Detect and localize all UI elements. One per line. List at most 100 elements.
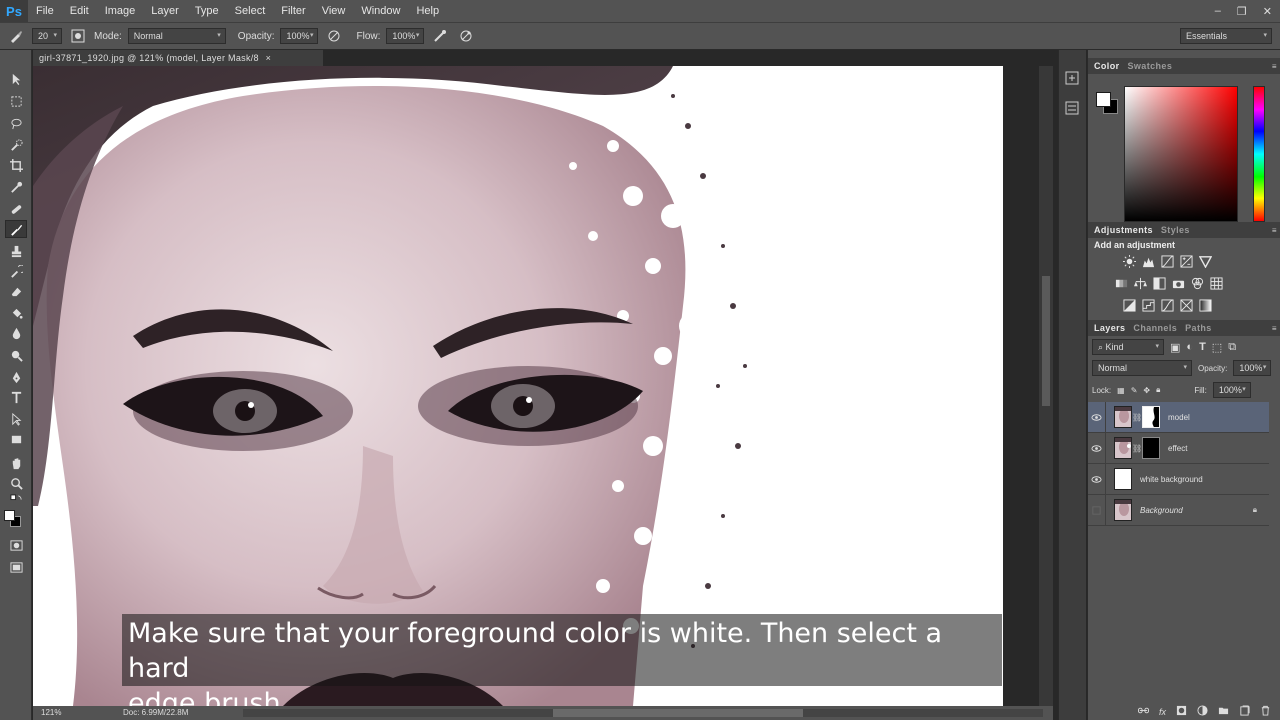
add-mask-icon[interactable] <box>1176 705 1187 719</box>
menu-filter[interactable]: Filter <box>273 0 313 22</box>
visibility-toggle-empty[interactable] <box>1088 494 1106 526</box>
quick-mask-icon[interactable] <box>5 536 27 554</box>
link-layers-icon[interactable] <box>1137 705 1149 719</box>
curves-icon[interactable] <box>1160 254 1175 269</box>
quick-selection-tool-icon[interactable] <box>5 136 27 154</box>
brush-tool-preset-icon[interactable] <box>6 27 26 45</box>
mask-link-icon[interactable]: ⛓︎ <box>1132 413 1142 422</box>
mask-link-icon[interactable]: ⛓︎ <box>1132 444 1142 453</box>
opacity-field[interactable]: 100% ▾ <box>280 28 319 44</box>
panel-foreground-swatch[interactable] <box>1096 92 1111 107</box>
workspace-dropdown[interactable]: Essentials ▾ <box>1180 28 1272 44</box>
brush-panel-toggle-icon[interactable] <box>68 27 88 45</box>
filter-kind-dropdown[interactable]: ⌕ Kind ▾ <box>1092 339 1164 355</box>
visibility-eye-icon[interactable] <box>1088 463 1106 495</box>
layer-row-effect[interactable]: ⛓︎ effect <box>1088 432 1269 464</box>
swap-colors-icon[interactable] <box>5 493 27 506</box>
layer-row-model[interactable]: ⛓︎ model <box>1088 401 1269 433</box>
hue-saturation-icon[interactable] <box>1114 276 1129 291</box>
move-tool-icon[interactable] <box>5 70 27 88</box>
color-lookup-icon[interactable] <box>1209 276 1224 291</box>
dodge-tool-icon[interactable] <box>5 346 27 364</box>
adjustments-panel-menu-icon[interactable]: ≡ <box>1272 226 1277 235</box>
blend-mode-dropdown[interactable]: Normal ▾ <box>1092 360 1192 376</box>
properties-panel-icon[interactable] <box>1064 100 1082 116</box>
layer-row-white-background[interactable]: white background <box>1088 463 1269 495</box>
document-close-icon[interactable]: × <box>266 53 272 63</box>
menu-layer[interactable]: Layer <box>143 0 187 22</box>
delete-layer-icon[interactable] <box>1260 705 1271 719</box>
canvas-area[interactable] <box>33 66 1053 706</box>
horizontal-scrollbar-thumb[interactable] <box>553 709 803 717</box>
paint-bucket-tool-icon[interactable] <box>5 304 27 322</box>
history-panel-icon[interactable] <box>1064 70 1082 86</box>
healing-brush-tool-icon[interactable] <box>5 200 27 218</box>
brightness-contrast-icon[interactable] <box>1122 254 1137 269</box>
tab-color[interactable]: Color <box>1094 61 1120 71</box>
flow-field[interactable]: 100% ▾ <box>386 28 425 44</box>
layer-mask-thumbnail[interactable] <box>1142 437 1160 459</box>
photoshop-logo[interactable]: Ps <box>0 0 28 22</box>
exposure-icon[interactable] <box>1179 254 1194 269</box>
layer-name[interactable]: white background <box>1140 475 1203 484</box>
color-panel-menu-icon[interactable]: ≡ <box>1272 62 1277 71</box>
tab-swatches[interactable]: Swatches <box>1128 61 1173 71</box>
menu-type[interactable]: Type <box>187 0 227 22</box>
channel-mixer-icon[interactable] <box>1190 276 1205 291</box>
hue-slider[interactable] <box>1253 86 1265 222</box>
marquee-tool-icon[interactable] <box>5 92 27 110</box>
layer-name[interactable]: effect <box>1168 444 1187 453</box>
filter-adjustment-icon[interactable]: ◐ <box>1186 341 1193 353</box>
brush-size-picker[interactable]: 20 ▾ <box>32 28 62 44</box>
layer-row-background[interactable]: Background 🔒︎ <box>1088 494 1269 526</box>
close-button[interactable]: ✕ <box>1263 5 1272 18</box>
airbrush-icon[interactable] <box>430 27 450 45</box>
blur-tool-icon[interactable] <box>5 324 27 342</box>
rectangle-tool-icon[interactable] <box>5 430 27 448</box>
layer-name[interactable]: model <box>1168 413 1190 422</box>
history-brush-tool-icon[interactable] <box>5 262 27 280</box>
photo-filter-icon[interactable] <box>1171 276 1186 291</box>
zoom-level[interactable]: 121% <box>41 706 61 720</box>
layer-name[interactable]: Background <box>1140 506 1183 515</box>
lock-position-icon[interactable]: ✥ <box>1143 386 1150 395</box>
horizontal-scrollbar[interactable] <box>243 709 1043 717</box>
threshold-icon[interactable] <box>1160 298 1175 313</box>
screen-mode-icon[interactable] <box>5 558 27 576</box>
visibility-eye-icon[interactable] <box>1088 401 1106 433</box>
tab-layers[interactable]: Layers <box>1094 323 1125 333</box>
tab-paths[interactable]: Paths <box>1185 323 1212 333</box>
layers-panel-menu-icon[interactable]: ≡ <box>1272 324 1277 333</box>
black-white-icon[interactable] <box>1152 276 1167 291</box>
vertical-scrollbar[interactable] <box>1039 66 1053 706</box>
eyedropper-tool-icon[interactable] <box>5 178 27 196</box>
menu-window[interactable]: Window <box>353 0 408 22</box>
lock-transparent-icon[interactable]: ▦ <box>1117 386 1125 395</box>
menu-view[interactable]: View <box>314 0 354 22</box>
levels-icon[interactable] <box>1141 254 1156 269</box>
filter-smart-object-icon[interactable]: ⧉ <box>1228 341 1236 354</box>
vibrance-icon[interactable] <box>1198 254 1213 269</box>
minimize-button[interactable]: – <box>1215 5 1221 17</box>
mode-dropdown[interactable]: Normal ▾ <box>127 28 226 44</box>
menu-help[interactable]: Help <box>408 0 447 22</box>
path-selection-tool-icon[interactable] <box>5 410 27 428</box>
selective-color-icon[interactable] <box>1179 298 1194 313</box>
eraser-tool-icon[interactable] <box>5 282 27 300</box>
invert-icon[interactable] <box>1122 298 1137 313</box>
clone-stamp-tool-icon[interactable] <box>5 242 27 260</box>
lock-all-icon[interactable]: 🔒︎ <box>1156 385 1160 395</box>
gradient-map-icon[interactable] <box>1198 298 1213 313</box>
color-balance-icon[interactable] <box>1133 276 1148 291</box>
new-adjustment-layer-icon[interactable] <box>1197 705 1208 719</box>
lasso-tool-icon[interactable] <box>5 114 27 132</box>
menu-select[interactable]: Select <box>227 0 274 22</box>
crop-tool-icon[interactable] <box>5 156 27 174</box>
menu-image[interactable]: Image <box>97 0 144 22</box>
posterize-icon[interactable] <box>1141 298 1156 313</box>
fill-field[interactable]: 100% ▾ <box>1212 382 1251 398</box>
tab-adjustments[interactable]: Adjustments <box>1094 225 1153 235</box>
new-layer-icon[interactable] <box>1239 705 1250 719</box>
tab-channels[interactable]: Channels <box>1133 323 1177 333</box>
tab-styles[interactable]: Styles <box>1161 225 1190 235</box>
